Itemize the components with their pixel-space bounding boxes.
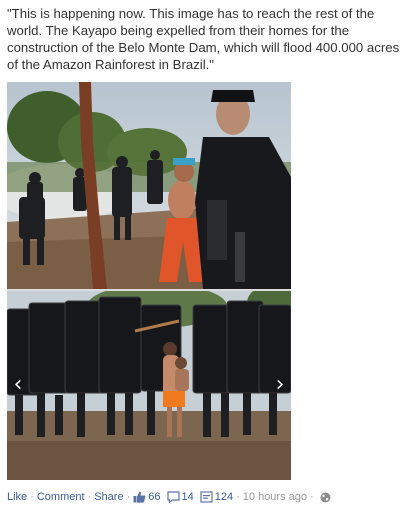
- separator: ·: [30, 491, 34, 503]
- share-link[interactable]: Share: [94, 489, 123, 505]
- comment-link[interactable]: Comment: [37, 489, 85, 505]
- photo-album[interactable]: ‹ ›: [7, 82, 291, 480]
- globe-icon: [320, 492, 331, 502]
- thumbs-up-icon: [133, 491, 146, 503]
- comments-count[interactable]: 14: [166, 489, 194, 505]
- speech-bubble-icon: [166, 491, 180, 503]
- like-link[interactable]: Like: [7, 489, 27, 505]
- shares-count[interactable]: 124: [200, 489, 233, 505]
- share-icon: [200, 491, 213, 503]
- post-timestamp[interactable]: 10 hours ago: [243, 489, 307, 505]
- post-footer: Like · Comment · Share · 66 14 124 · 10 …: [7, 489, 331, 505]
- photo-riot-shields[interactable]: ‹ ›: [7, 291, 291, 480]
- separator: ·: [126, 491, 131, 503]
- shares-count-value: 124: [214, 491, 234, 503]
- previous-photo-arrow[interactable]: ‹: [11, 374, 25, 396]
- audience-globe[interactable]: [320, 492, 331, 503]
- separator: ·: [310, 491, 314, 503]
- photo-police-escort[interactable]: [7, 82, 291, 289]
- separator: ·: [87, 491, 92, 503]
- comments-count-value: 14: [181, 491, 194, 503]
- separator: ·: [236, 491, 240, 503]
- post-caption: "This is happening now. This image has t…: [7, 6, 400, 72]
- likes-count[interactable]: 66: [133, 489, 161, 505]
- next-photo-arrow[interactable]: ›: [273, 374, 287, 396]
- likes-count-value: 66: [148, 491, 161, 503]
